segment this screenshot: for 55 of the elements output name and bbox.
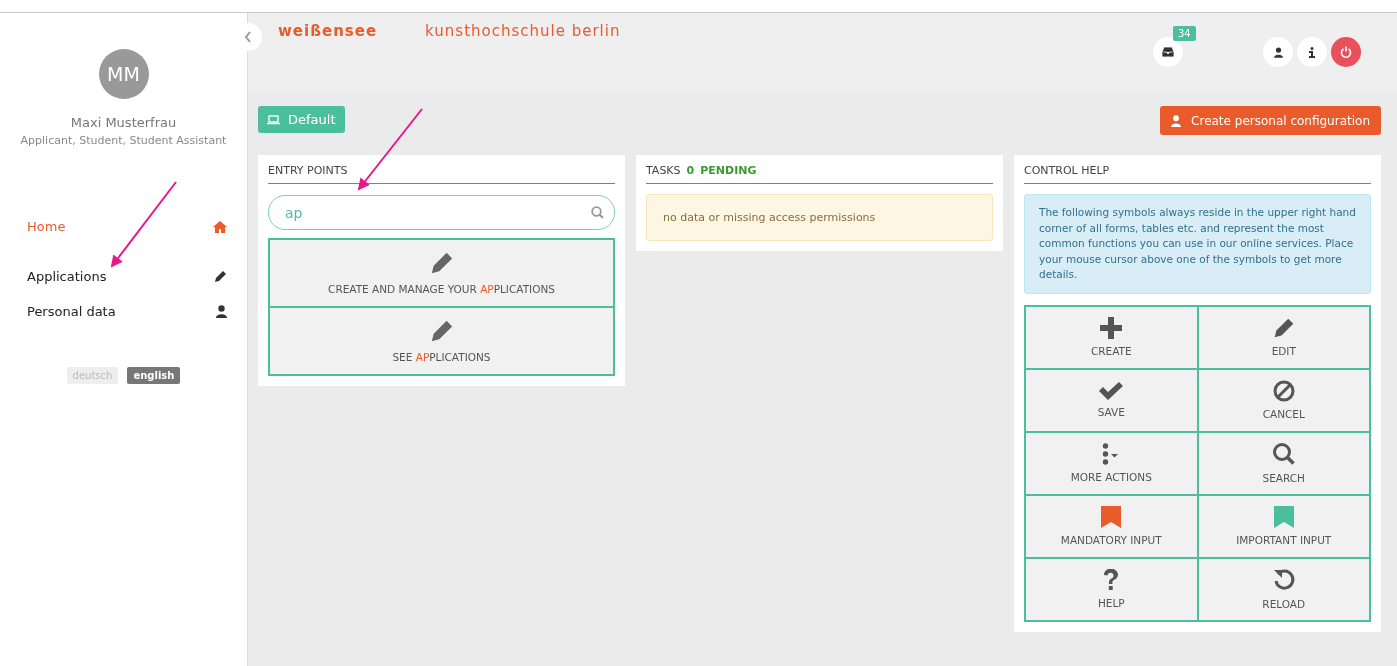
logo-text: weißensee [278,22,378,42]
symbol-label: RELOAD [1262,598,1306,610]
symbol-label: MANDATORY INPUT [1060,534,1162,546]
warning-message: no data or missing access permissions [646,194,993,241]
panel-title: CONTROL HELP [1024,155,1371,184]
user-roles: Applicant, Student, Student Assistant [20,134,227,147]
pending-count: 0 [686,164,695,177]
search-icon [1271,442,1296,466]
pending-label: PENDING [700,164,757,177]
person-icon [216,305,227,318]
nav-item[interactable]: Applications [0,259,247,294]
user-button[interactable] [1263,37,1293,67]
pencil-icon [214,270,227,283]
pencil-icon [429,251,454,275]
symbol-label: HELP [1097,597,1125,609]
checkmark-icon [1099,382,1124,400]
cancel-icon [1272,380,1295,402]
pencil-icon [429,319,454,343]
nav-item[interactable]: Personal data [0,294,247,329]
info-icon [1309,46,1315,58]
notification-badge: 34 [1173,26,1196,41]
inbox-icon [1162,47,1174,57]
search-icon [591,206,604,219]
person-icon [1171,114,1182,127]
symbol-label: IMPORTANT INPUT [1236,534,1332,546]
symbol-label: CREATE [1090,345,1132,357]
symbol-label: SAVE [1097,406,1125,418]
home-icon [213,220,227,233]
logo-text: kunsthochschule berlin [425,22,621,42]
symbol-label: SEARCH [1262,472,1305,484]
more-actions-icon [1102,443,1121,465]
plus-icon [1100,317,1123,339]
pencil-icon [1272,317,1295,339]
entry-point-tile[interactable]: SEE APPLICATIONS [270,306,613,374]
create-configuration-button[interactable]: Create personal configuration [1160,106,1381,135]
chevron-left-icon [244,31,252,43]
power-icon [1340,46,1352,58]
person-icon [1273,46,1283,58]
language-button[interactable]: english [127,367,181,384]
panel-title: TASKS [646,164,681,177]
default-button[interactable]: Default [258,106,345,133]
search-field[interactable]: ap [268,195,615,230]
symbol-label: MORE ACTIONS [1070,471,1152,483]
laptop-icon [267,114,280,125]
symbol-label: CANCEL [1262,408,1305,420]
info-message: The following symbols always reside in the upper right hand corner of all forms, tables etc. and represent the most common functions you can use in our online services. Place your mouse cursor above one of the symbols to get more details. [1024,194,1371,294]
user-name: Maxi Musterfrau [70,115,177,130]
symbol-label: EDIT [1271,345,1296,357]
avatar: MM [98,49,149,99]
question-icon [1103,569,1120,591]
panel-title: ENTRY POINTS [268,155,615,184]
info-button[interactable] [1297,37,1327,67]
inbox-button[interactable] [1153,37,1183,67]
entry-point-tile[interactable]: CREATE AND MANAGE YOUR APPLICATIONS [270,240,613,306]
nav-item[interactable]: Home [0,209,247,244]
